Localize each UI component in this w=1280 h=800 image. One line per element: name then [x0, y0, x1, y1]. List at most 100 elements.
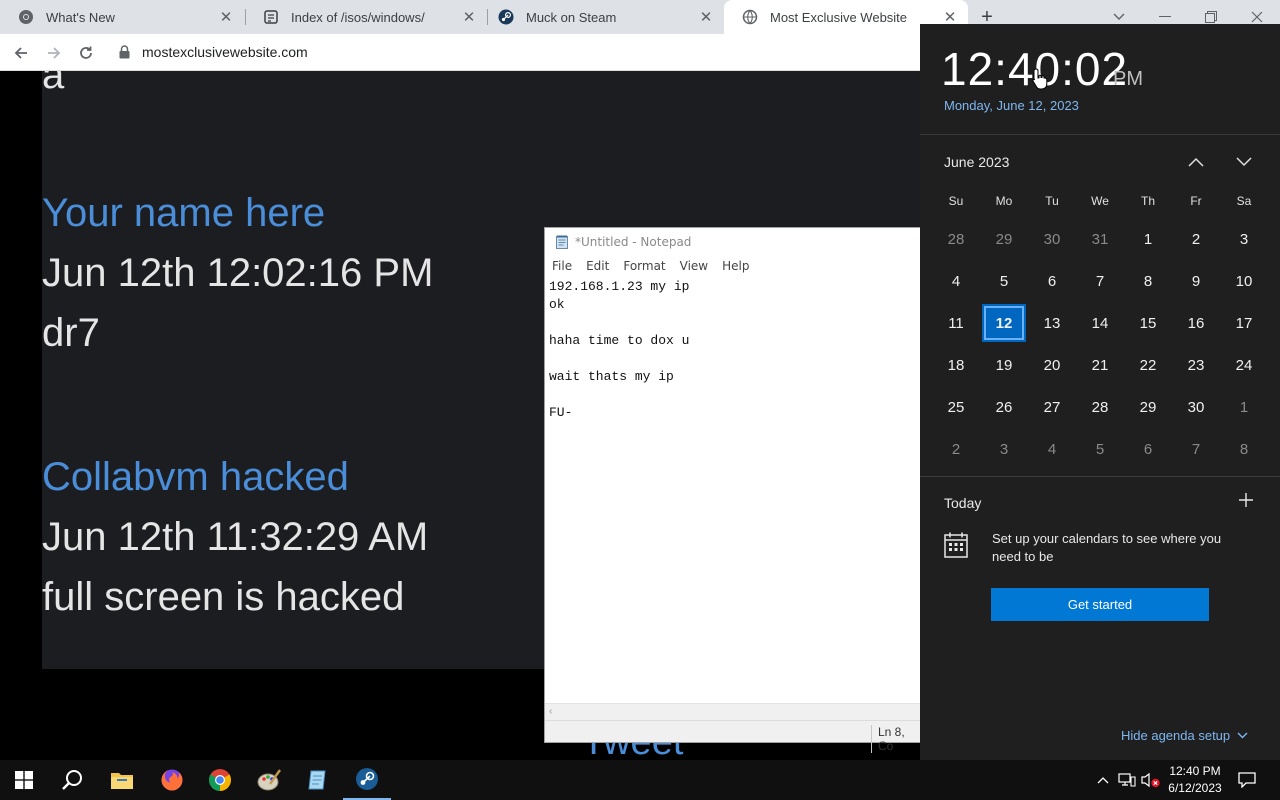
- steam-icon: [498, 9, 514, 25]
- show-hidden-icons-chevron[interactable]: [1093, 770, 1113, 790]
- close-tab-icon[interactable]: ✕: [698, 9, 714, 26]
- calendar-day[interactable]: 25: [934, 388, 978, 426]
- close-tab-icon[interactable]: ✕: [218, 9, 234, 26]
- scroll-left-icon[interactable]: ‹: [549, 706, 552, 717]
- flyout-date-link[interactable]: Monday, June 12, 2023: [944, 98, 1079, 113]
- calendar-day[interactable]: 22: [1126, 346, 1170, 384]
- post-author: Collabvm hacked: [42, 455, 349, 499]
- calendar-day[interactable]: 4: [934, 262, 978, 300]
- divider: [920, 476, 1280, 477]
- hide-agenda-link[interactable]: Hide agenda setup: [1121, 728, 1248, 743]
- tab-muck-on-steam[interactable]: Muck on Steam ✕: [480, 0, 724, 34]
- notepad-titlebar[interactable]: *Untitled - Notepad: [545, 228, 923, 256]
- calendar-day[interactable]: 30: [1030, 220, 1074, 258]
- server-icon: [263, 9, 279, 25]
- calendar-day[interactable]: 20: [1030, 346, 1074, 384]
- menu-view[interactable]: View: [673, 259, 715, 273]
- calendar-day[interactable]: 15: [1126, 304, 1170, 342]
- address-bar-url[interactable]: mostexclusivewebsite.com: [142, 44, 308, 60]
- calendar-day-today[interactable]: 12: [982, 304, 1026, 342]
- close-tab-icon[interactable]: ✕: [461, 9, 477, 26]
- calendar-day[interactable]: 24: [1222, 346, 1266, 384]
- post-author: Your name here: [42, 191, 326, 235]
- volume-muted-icon[interactable]: [1141, 770, 1161, 790]
- taskbar-notepad[interactable]: [294, 760, 342, 800]
- horizontal-scrollbar[interactable]: ‹: [545, 703, 923, 720]
- calendar-day[interactable]: 27: [1030, 388, 1074, 426]
- cursor-position: Ln 8, Co: [871, 725, 923, 753]
- calendar-day[interactable]: 5: [1078, 430, 1122, 468]
- calendar-day[interactable]: 28: [934, 220, 978, 258]
- network-icon[interactable]: [1117, 770, 1137, 790]
- taskbar-chrome[interactable]: [196, 760, 244, 800]
- menu-format[interactable]: Format: [616, 259, 672, 273]
- weekday-header: Su: [948, 194, 964, 208]
- next-month-button[interactable]: [1233, 152, 1255, 172]
- calendar-day[interactable]: 2: [934, 430, 978, 468]
- notepad-text-area[interactable]: 192.168.1.23 my ip ok haha time to dox u…: [549, 278, 689, 422]
- calendar-day[interactable]: 3: [1222, 220, 1266, 258]
- calendar-day[interactable]: 8: [1222, 430, 1266, 468]
- calendar-day[interactable]: 8: [1126, 262, 1170, 300]
- calendar-day[interactable]: 17: [1222, 304, 1266, 342]
- tab-index-isos[interactable]: Index of /isos/windows/ ✕: [245, 0, 487, 34]
- previous-month-button[interactable]: [1185, 152, 1207, 172]
- calendar-day[interactable]: 10: [1222, 262, 1266, 300]
- start-button[interactable]: [0, 760, 48, 800]
- file-explorer-icon: [110, 770, 134, 790]
- calendar-day[interactable]: 4: [1030, 430, 1074, 468]
- calendar-day[interactable]: 16: [1174, 304, 1218, 342]
- calendar-day[interactable]: 26: [982, 388, 1026, 426]
- calendar-day[interactable]: 31: [1078, 220, 1122, 258]
- taskbar-firefox[interactable]: [148, 760, 196, 800]
- calendar-day[interactable]: 14: [1078, 304, 1122, 342]
- taskbar-clock[interactable]: 12:40 PM 6/12/2023: [1160, 763, 1230, 797]
- calendar-day[interactable]: 13: [1030, 304, 1074, 342]
- calendar-day[interactable]: 2: [1174, 220, 1218, 258]
- menu-help[interactable]: Help: [715, 259, 756, 273]
- calendar-day[interactable]: 29: [982, 220, 1026, 258]
- menu-edit[interactable]: Edit: [579, 259, 616, 273]
- calendar-day[interactable]: 18: [934, 346, 978, 384]
- calendar-day[interactable]: 29: [1126, 388, 1170, 426]
- calendar-day[interactable]: 7: [1174, 430, 1218, 468]
- calendar-day[interactable]: 19: [982, 346, 1026, 384]
- calendar-day[interactable]: 28: [1078, 388, 1122, 426]
- menu-file[interactable]: File: [545, 259, 579, 273]
- calendar-day[interactable]: 5: [982, 262, 1026, 300]
- calendar-day[interactable]: 23: [1174, 346, 1218, 384]
- calendar-day[interactable]: 3: [982, 430, 1026, 468]
- weekday-header: Sa: [1236, 194, 1252, 208]
- calendar-day[interactable]: 9: [1174, 262, 1218, 300]
- taskbar-steam[interactable]: [343, 760, 391, 800]
- get-started-button[interactable]: Get started: [991, 588, 1209, 621]
- tab-title: Most Exclusive Website: [770, 9, 908, 25]
- notifications-icon[interactable]: [1237, 770, 1257, 790]
- search-icon: [61, 769, 83, 791]
- windows-logo-icon: [15, 771, 33, 789]
- calendar-day[interactable]: 1: [1126, 220, 1170, 258]
- calendar-day[interactable]: 7: [1078, 262, 1122, 300]
- taskbar-clock-date: 6/12/2023: [1168, 781, 1222, 795]
- agenda-today-label: Today: [944, 495, 982, 511]
- calendar-day[interactable]: 21: [1078, 346, 1122, 384]
- calendar-day[interactable]: 6: [1126, 430, 1170, 468]
- reload-button[interactable]: [73, 40, 99, 66]
- search-button[interactable]: [48, 760, 96, 800]
- flyout-ampm: PM: [1113, 68, 1143, 90]
- calendar-day[interactable]: 1: [1222, 388, 1266, 426]
- tab-whats-new[interactable]: What's New ✕: [0, 0, 244, 34]
- add-event-icon[interactable]: [1238, 492, 1258, 512]
- steam-icon: [355, 767, 379, 791]
- post-message: dr7: [42, 311, 100, 355]
- lock-icon[interactable]: [119, 45, 130, 64]
- back-button[interactable]: [8, 40, 34, 66]
- taskbar-paint[interactable]: [245, 760, 293, 800]
- forward-button[interactable]: [41, 40, 67, 66]
- calendar-day[interactable]: 6: [1030, 262, 1074, 300]
- calendar-day[interactable]: 30: [1174, 388, 1218, 426]
- calendar-month-label[interactable]: June 2023: [944, 154, 1009, 170]
- taskbar-file-explorer[interactable]: [98, 760, 146, 800]
- calendar-day[interactable]: 11: [934, 304, 978, 342]
- close-tab-icon[interactable]: ✕: [942, 9, 958, 26]
